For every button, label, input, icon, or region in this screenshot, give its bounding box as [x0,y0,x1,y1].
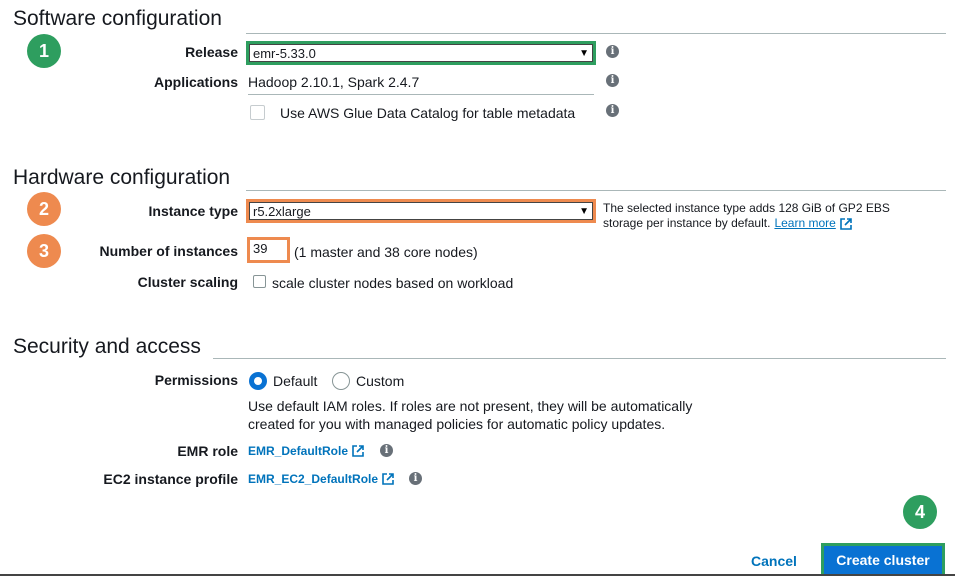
security-access-title: Security and access [13,335,201,358]
chevron-down-icon: ▼ [579,205,589,217]
ec2-profile-label: EC2 instance profile [103,471,238,487]
permissions-custom-radio[interactable] [332,372,350,390]
glue-catalog-label: Use AWS Glue Data Catalog for table meta… [280,105,576,121]
permissions-custom-label: Custom [356,373,405,389]
learn-more-link[interactable]: Learn more [774,216,835,231]
default-roles-description: Use default IAM roles. If roles are not … [248,397,692,433]
external-link-icon [352,445,364,457]
glue-catalog-checkbox[interactable] [250,105,265,120]
cluster-scaling-checkbox-label: scale cluster nodes based on workload [272,275,514,291]
step-badge-2: 2 [27,192,61,226]
number-of-instances-label: Number of instances [99,243,238,259]
section-divider [246,33,946,34]
external-link-icon [840,217,852,230]
software-config-title: Software configuration [13,7,222,30]
release-select-value: emr-5.33.0 [253,45,316,61]
instance-note-line2-row: storage per instance by default. Learn m… [603,216,943,231]
instance-type-label: Instance type [148,203,238,219]
step-badge-1: 1 [27,34,61,68]
info-icon[interactable]: i [606,45,619,58]
section-divider [246,190,946,191]
applications-value: Hadoop 2.10.1, Spark 2.4.7 [248,74,420,90]
instance-note-line1: The selected instance type adds 128 GiB … [603,201,890,215]
applications-label: Applications [153,74,238,90]
info-icon[interactable]: i [380,444,393,457]
cluster-scaling-label: Cluster scaling [137,274,238,290]
emr-role-label: EMR role [177,443,238,459]
step-badge-3: 3 [27,234,61,268]
instance-type-select[interactable]: r5.2xlarge ▼ [246,199,596,223]
applications-underline [248,94,594,95]
instance-type-value: r5.2xlarge [253,203,311,219]
ec2-profile-value-group: EMR_EC2_DefaultRole [248,472,394,486]
hardware-config-title: Hardware configuration [13,166,231,189]
instances-breakdown: (1 master and 38 core nodes) [294,244,478,260]
create-cluster-button[interactable]: Create cluster [821,543,945,576]
chevron-down-icon: ▼ [579,47,589,59]
cancel-button[interactable]: Cancel [751,553,797,569]
external-link-icon [382,473,394,485]
instance-note-line2: storage per instance by default. [603,216,771,230]
emr-role-link[interactable]: EMR_DefaultRole [248,444,348,458]
permissions-default-label: Default [273,373,318,389]
info-icon[interactable]: i [606,74,619,87]
default-roles-description-line2: created for you with managed policies fo… [248,416,666,432]
ec2-profile-link[interactable]: EMR_EC2_DefaultRole [248,472,378,486]
release-select[interactable]: emr-5.33.0 ▼ [246,41,596,65]
emr-role-value-group: EMR_DefaultRole [248,444,364,458]
info-icon[interactable]: i [409,472,422,485]
default-roles-description-line1: Use default IAM roles. If roles are not … [248,398,693,414]
cluster-scaling-checkbox[interactable] [253,275,266,288]
release-label: Release [185,44,238,60]
permissions-default-radio[interactable] [249,372,267,390]
instance-type-note: The selected instance type adds 128 GiB … [603,201,943,231]
permissions-label: Permissions [154,372,238,388]
section-divider [213,358,946,359]
info-icon[interactable]: i [606,104,619,117]
number-of-instances-input[interactable]: 39 [247,237,290,263]
step-badge-4: 4 [903,495,937,529]
